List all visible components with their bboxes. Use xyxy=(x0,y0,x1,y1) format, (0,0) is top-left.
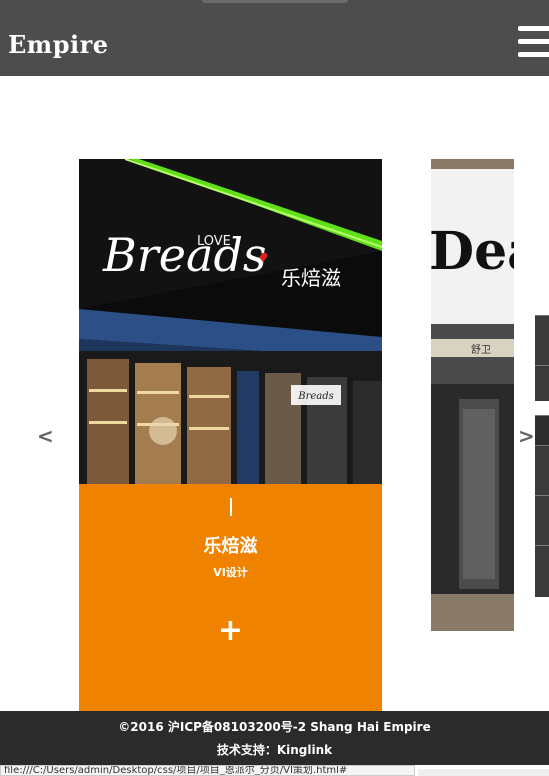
site-header: Empire xyxy=(0,0,549,76)
project-card[interactable]: Breads LOVE Breads 乐焙滋 乐焙滋 VI设计 + xyxy=(79,159,382,715)
header-top-tab xyxy=(202,0,348,3)
sign2-brand-text: Dea xyxy=(431,221,514,282)
status-bar-filler xyxy=(418,769,549,776)
carousel-prev-button[interactable]: < xyxy=(37,424,54,448)
project-type: VI设计 xyxy=(213,566,248,579)
floating-side-bar xyxy=(535,315,549,597)
more-plus-icon[interactable]: + xyxy=(79,616,382,646)
page: Empire < > Breads LOVE Breads 乐焙滋 乐焙滋 VI… xyxy=(0,0,549,776)
qq-icon[interactable] xyxy=(535,445,549,495)
sign-brand-text: Breads xyxy=(102,228,267,282)
site-footer: ©2016 沪ICP备08103200号-2 Shang Hai Empire … xyxy=(0,711,549,765)
window-sign-text: Breads xyxy=(297,391,334,402)
wechat-icon[interactable] xyxy=(535,495,549,545)
hamburger-menu-icon[interactable] xyxy=(518,26,549,60)
project-info-panel: 乐焙滋 VI设计 + xyxy=(79,484,382,715)
divider-bar xyxy=(230,498,232,516)
project-card-next[interactable]: B Dea 舒卫 xyxy=(431,159,514,631)
site-logo[interactable]: Empire xyxy=(8,30,109,59)
project-name: 乐焙滋 xyxy=(203,536,258,557)
carousel-next-button[interactable]: > xyxy=(518,424,535,448)
sign-chinese-text: 乐焙滋 xyxy=(281,266,341,290)
chat-icon[interactable] xyxy=(535,545,549,597)
phone-icon[interactable] xyxy=(535,315,549,365)
sign2-chinese-text: 舒卫 xyxy=(471,343,491,356)
status-bar-url: file:///C:/Users/admin/Desktop/css/项目/项目… xyxy=(0,765,415,776)
chevron-icon[interactable] xyxy=(535,365,549,401)
side-spacer xyxy=(535,415,549,445)
tech-support-text: 技术支持：Kinglink xyxy=(216,743,333,757)
project-photo: Breads LOVE Breads 乐焙滋 xyxy=(79,159,382,484)
copyright-text: ©2016 沪ICP备08103200号-2 Shang Hai Empire xyxy=(118,720,431,734)
